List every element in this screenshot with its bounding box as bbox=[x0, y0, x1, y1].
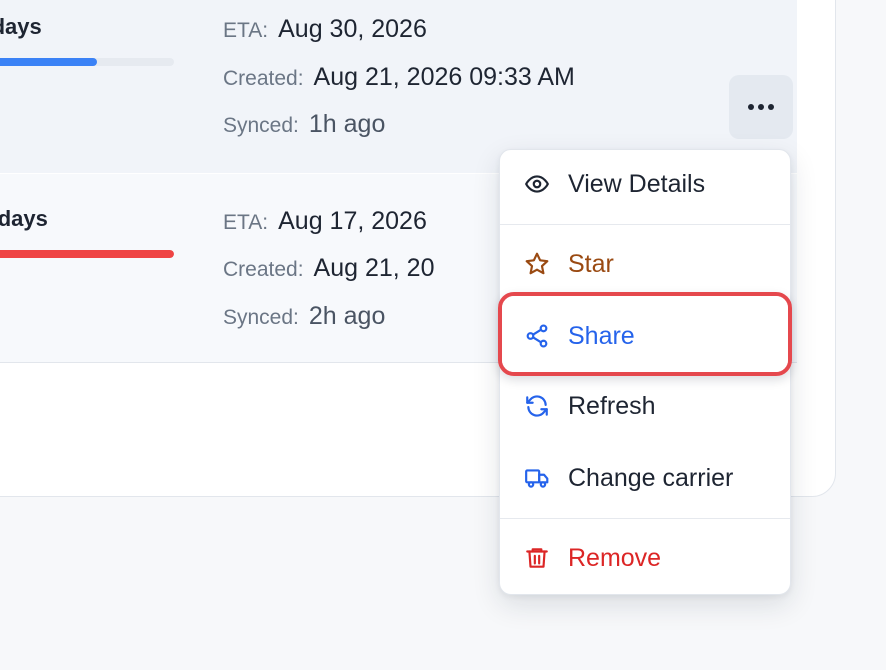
menu-item-label: Remove bbox=[568, 543, 662, 572]
progress-fill bbox=[0, 58, 98, 66]
synced-field: Synced: 1h ago bbox=[223, 110, 385, 139]
eta-value: Aug 17, 2026 bbox=[278, 207, 427, 235]
duration-text: /30 days bbox=[0, 206, 48, 231]
table-row[interactable]: 30 days ETA: Aug 30, 2026 Created: Aug 2… bbox=[0, 0, 797, 173]
menu-item-refresh[interactable]: Refresh bbox=[500, 376, 790, 436]
menu-item-change-carrier[interactable]: Change carrier bbox=[500, 448, 790, 508]
created-field: Created: Aug 21, 20 bbox=[223, 254, 434, 283]
created-value: Aug 21, 20 bbox=[313, 254, 435, 282]
synced-value: 1h ago bbox=[308, 110, 386, 138]
menu-divider bbox=[500, 518, 790, 519]
menu-item-label: View Details bbox=[568, 169, 706, 198]
eta-label: ETA: bbox=[223, 19, 269, 42]
synced-label: Synced: bbox=[223, 306, 299, 329]
more-horizontal-icon bbox=[748, 104, 754, 110]
menu-item-share[interactable]: Share bbox=[500, 306, 790, 366]
trash-icon bbox=[522, 543, 552, 573]
eta-label: ETA: bbox=[223, 211, 269, 234]
progress-bar bbox=[0, 58, 174, 66]
synced-value: 2h ago bbox=[308, 302, 386, 330]
more-actions-button[interactable] bbox=[729, 75, 793, 139]
created-label: Created: bbox=[223, 67, 304, 90]
eye-icon bbox=[522, 169, 552, 199]
menu-divider bbox=[500, 224, 790, 225]
eta-value: Aug 30, 2026 bbox=[278, 15, 427, 43]
star-icon bbox=[522, 249, 552, 279]
menu-item-remove[interactable]: Remove bbox=[500, 528, 790, 588]
progress-bar bbox=[0, 250, 174, 258]
menu-item-view-details[interactable]: View Details bbox=[500, 154, 790, 214]
dot bbox=[758, 104, 764, 110]
menu-item-label: Share bbox=[568, 321, 635, 350]
dot bbox=[768, 104, 774, 110]
menu-item-label: Change carrier bbox=[568, 463, 734, 492]
eta-field: ETA: Aug 30, 2026 bbox=[223, 15, 427, 44]
share-icon bbox=[522, 321, 552, 351]
synced-label: Synced: bbox=[223, 114, 299, 137]
created-field: Created: Aug 21, 2026 09:33 AM bbox=[223, 63, 575, 92]
synced-field: Synced: 2h ago bbox=[223, 302, 385, 331]
menu-item-star[interactable]: Star bbox=[500, 234, 790, 294]
created-label: Created: bbox=[223, 258, 304, 281]
truck-icon bbox=[522, 463, 552, 493]
menu-item-label: Star bbox=[568, 249, 614, 278]
progress-fill bbox=[0, 250, 174, 258]
eta-field: ETA: Aug 17, 2026 bbox=[223, 207, 427, 236]
refresh-icon bbox=[522, 391, 552, 421]
created-value: Aug 21, 2026 09:33 AM bbox=[313, 63, 575, 91]
duration-text: 30 days bbox=[0, 14, 42, 39]
menu-item-label: Refresh bbox=[568, 391, 656, 420]
actions-menu: View Details Star Share Refresh Change c… bbox=[498, 149, 792, 595]
